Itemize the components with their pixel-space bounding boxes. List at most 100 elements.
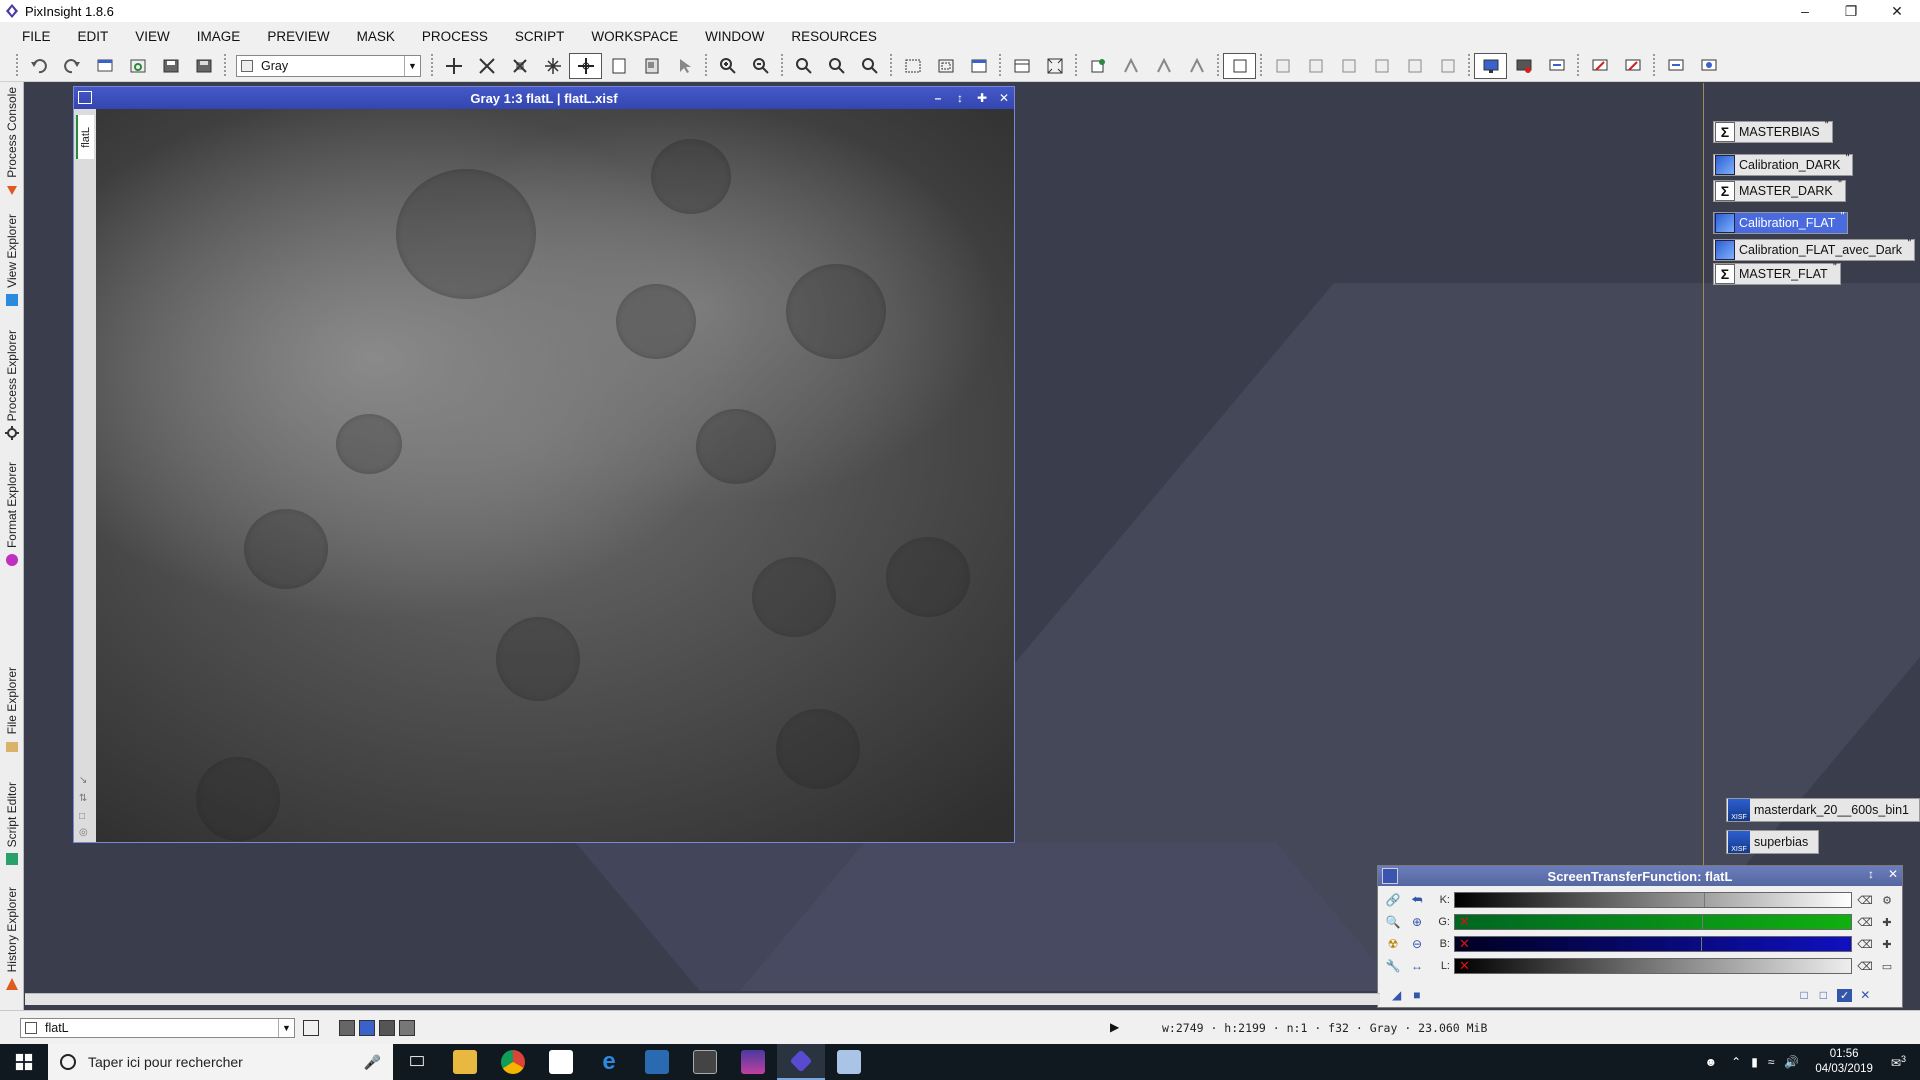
cancel-icon[interactable]: ✕ bbox=[1860, 988, 1870, 1002]
mask-new-icon[interactable] bbox=[1081, 53, 1114, 79]
stf-link-icon[interactable] bbox=[1540, 53, 1573, 79]
calculator-icon[interactable] bbox=[681, 1044, 729, 1080]
new-image-icon[interactable] bbox=[88, 53, 121, 79]
display-red-icon[interactable] bbox=[1583, 53, 1616, 79]
window-app-icon[interactable] bbox=[825, 1044, 873, 1080]
mask-remove-icon[interactable] bbox=[1180, 53, 1213, 79]
preview-icon[interactable]: ↘ bbox=[79, 775, 91, 787]
close-icon[interactable]: ✕ bbox=[996, 88, 1012, 108]
menu-view[interactable]: VIEW bbox=[123, 29, 185, 44]
undo-icon[interactable] bbox=[22, 53, 55, 79]
open-file-icon[interactable] bbox=[121, 53, 154, 79]
fit-window-icon[interactable] bbox=[929, 53, 962, 79]
zoom-window-icon[interactable] bbox=[853, 53, 886, 79]
pan-tool-icon[interactable] bbox=[569, 52, 602, 79]
pixinsight-taskbar-icon[interactable] bbox=[777, 1044, 825, 1080]
menu-image[interactable]: IMAGE bbox=[185, 29, 256, 44]
crosshair-icon[interactable]: ✚ bbox=[1878, 936, 1896, 952]
clock[interactable]: 01:56 04/03/2019 bbox=[1815, 1047, 1873, 1077]
display-channel-b-icon[interactable] bbox=[399, 1019, 415, 1036]
stf-slider-g[interactable]: ✕ bbox=[1454, 914, 1852, 930]
wifi-icon[interactable]: ≈ bbox=[1768, 1055, 1775, 1069]
display-reset-icon[interactable] bbox=[1616, 53, 1649, 79]
wrench-icon[interactable]: 🔧 bbox=[1384, 958, 1402, 974]
copy-icon[interactable]: □ bbox=[79, 811, 91, 823]
preview-a-icon[interactable] bbox=[1266, 53, 1299, 79]
maximize-window-icon[interactable] bbox=[1038, 53, 1071, 79]
tab-process-explorer[interactable]: Process Explorer bbox=[0, 330, 24, 441]
view-tab-flatl[interactable]: flatL bbox=[76, 115, 94, 159]
move-tool-icon[interactable] bbox=[437, 53, 470, 79]
zoom-in-icon[interactable]: 🔍 bbox=[1384, 914, 1402, 930]
stf-slider-b[interactable]: ✕ bbox=[1454, 936, 1852, 952]
color-space-select[interactable]: Gray ▼ bbox=[236, 54, 421, 77]
stf-midtones-marker[interactable] bbox=[1702, 915, 1703, 929]
minimize-icon[interactable]: – bbox=[930, 88, 946, 108]
stellarium-icon[interactable] bbox=[729, 1044, 777, 1080]
display-channel-k-icon[interactable] bbox=[339, 1019, 355, 1036]
battery-icon[interactable]: ▮ bbox=[1751, 1055, 1758, 1069]
process-icon-masterbias[interactable]: Σ MASTERBIAS " bbox=[1713, 120, 1833, 143]
fit-view-icon[interactable] bbox=[896, 53, 929, 79]
microphone-icon[interactable]: 🎤 bbox=[364, 1054, 381, 1071]
people-icon[interactable]: ☻ bbox=[1705, 1055, 1718, 1069]
apply-global-icon[interactable]: □ bbox=[1820, 988, 1827, 1002]
tab-file-explorer[interactable]: File Explorer bbox=[0, 667, 24, 753]
image-icon-masterdark[interactable]: XISF masterdark_20__600s_bin1 bbox=[1726, 798, 1920, 822]
minimize-icon[interactable]: – bbox=[1782, 0, 1828, 22]
readout-tool-icon[interactable] bbox=[602, 53, 635, 79]
close-icon[interactable]: ✕ bbox=[1874, 0, 1920, 22]
tile-window-icon[interactable] bbox=[1005, 53, 1038, 79]
stf-midtones-marker[interactable] bbox=[1704, 893, 1705, 907]
display-channel-rgb-icon[interactable] bbox=[359, 1019, 375, 1036]
preview-e-icon[interactable] bbox=[1398, 53, 1431, 79]
mask-invert-icon[interactable] bbox=[1147, 53, 1180, 79]
menu-file[interactable]: FILE bbox=[10, 29, 66, 44]
documentation-icon[interactable]: ■ bbox=[1413, 988, 1420, 1002]
maximize-icon[interactable]: ✚ bbox=[974, 88, 990, 108]
stf-midtones-marker[interactable] bbox=[1701, 937, 1702, 951]
stf-auto-icon[interactable] bbox=[1507, 53, 1540, 79]
zoom-out-icon[interactable]: ⊖ bbox=[1408, 936, 1426, 952]
volume-icon[interactable]: 🔊 bbox=[1784, 1055, 1799, 1069]
menu-script[interactable]: SCRIPT bbox=[503, 29, 580, 44]
play-icon[interactable]: ▶ bbox=[1110, 1020, 1119, 1034]
process-icon-master-flat[interactable]: Σ MASTER_FLAT " bbox=[1713, 262, 1841, 285]
pointer-icon[interactable] bbox=[668, 53, 701, 79]
menu-preview[interactable]: PREVIEW bbox=[255, 29, 344, 44]
zoom-in-icon[interactable] bbox=[711, 53, 744, 79]
menu-process[interactable]: PROCESS bbox=[410, 29, 503, 44]
menu-edit[interactable]: EDIT bbox=[66, 29, 124, 44]
process-icon-calibration-flat-avec-dark[interactable]: Calibration_FLAT_avec_Dark " bbox=[1713, 238, 1916, 261]
menu-workspace[interactable]: WORKSPACE bbox=[579, 29, 693, 44]
reset-instance-icon[interactable]: □ bbox=[1800, 988, 1807, 1002]
reset-icon[interactable]: ⌫ bbox=[1856, 892, 1874, 908]
link-icon[interactable]: 🔗 bbox=[1384, 892, 1402, 908]
display-screen-icon[interactable] bbox=[1659, 53, 1692, 79]
reset-icon[interactable]: ⌫ bbox=[1856, 914, 1874, 930]
menu-mask[interactable]: MASK bbox=[345, 29, 410, 44]
radiation-icon[interactable]: ☢ bbox=[1384, 936, 1402, 952]
redo-icon[interactable] bbox=[55, 53, 88, 79]
fit-tool-icon[interactable] bbox=[536, 53, 569, 79]
restore-icon[interactable]: ❐ bbox=[1828, 0, 1874, 22]
zoom-out-icon[interactable] bbox=[744, 53, 777, 79]
file-explorer-icon[interactable] bbox=[441, 1044, 489, 1080]
process-icon-master-dark[interactable]: Σ MASTER_DARK " bbox=[1713, 179, 1846, 202]
stf-slider-k[interactable] bbox=[1454, 892, 1852, 908]
image-window[interactable]: Gray 1:3 flatL | flatL.xisf – ↕ ✚ ✕ flat… bbox=[73, 86, 1015, 843]
reset-icon[interactable]: ⌫ bbox=[1856, 958, 1874, 974]
apply-icon[interactable]: ✓ bbox=[1836, 988, 1853, 1002]
image-icon-superbias[interactable]: XISF superbias bbox=[1726, 830, 1820, 854]
save-as-icon[interactable] bbox=[187, 53, 220, 79]
menu-resources[interactable]: RESOURCES bbox=[779, 29, 892, 44]
crosshair-icon[interactable]: ✚ bbox=[1878, 914, 1896, 930]
zoom-1-1-icon[interactable] bbox=[787, 53, 820, 79]
preview-b-icon[interactable] bbox=[1299, 53, 1332, 79]
close-icon[interactable]: ✕ bbox=[1888, 867, 1898, 881]
monitor-icon[interactable]: ▭ bbox=[1878, 958, 1896, 974]
view-options-icon[interactable] bbox=[303, 1019, 319, 1036]
taskbar-search[interactable]: Taper ici pour rechercher 🎤 bbox=[48, 1044, 393, 1080]
preview-f-icon[interactable] bbox=[1431, 53, 1464, 79]
gear-icon[interactable]: ⚙ bbox=[1878, 892, 1896, 908]
